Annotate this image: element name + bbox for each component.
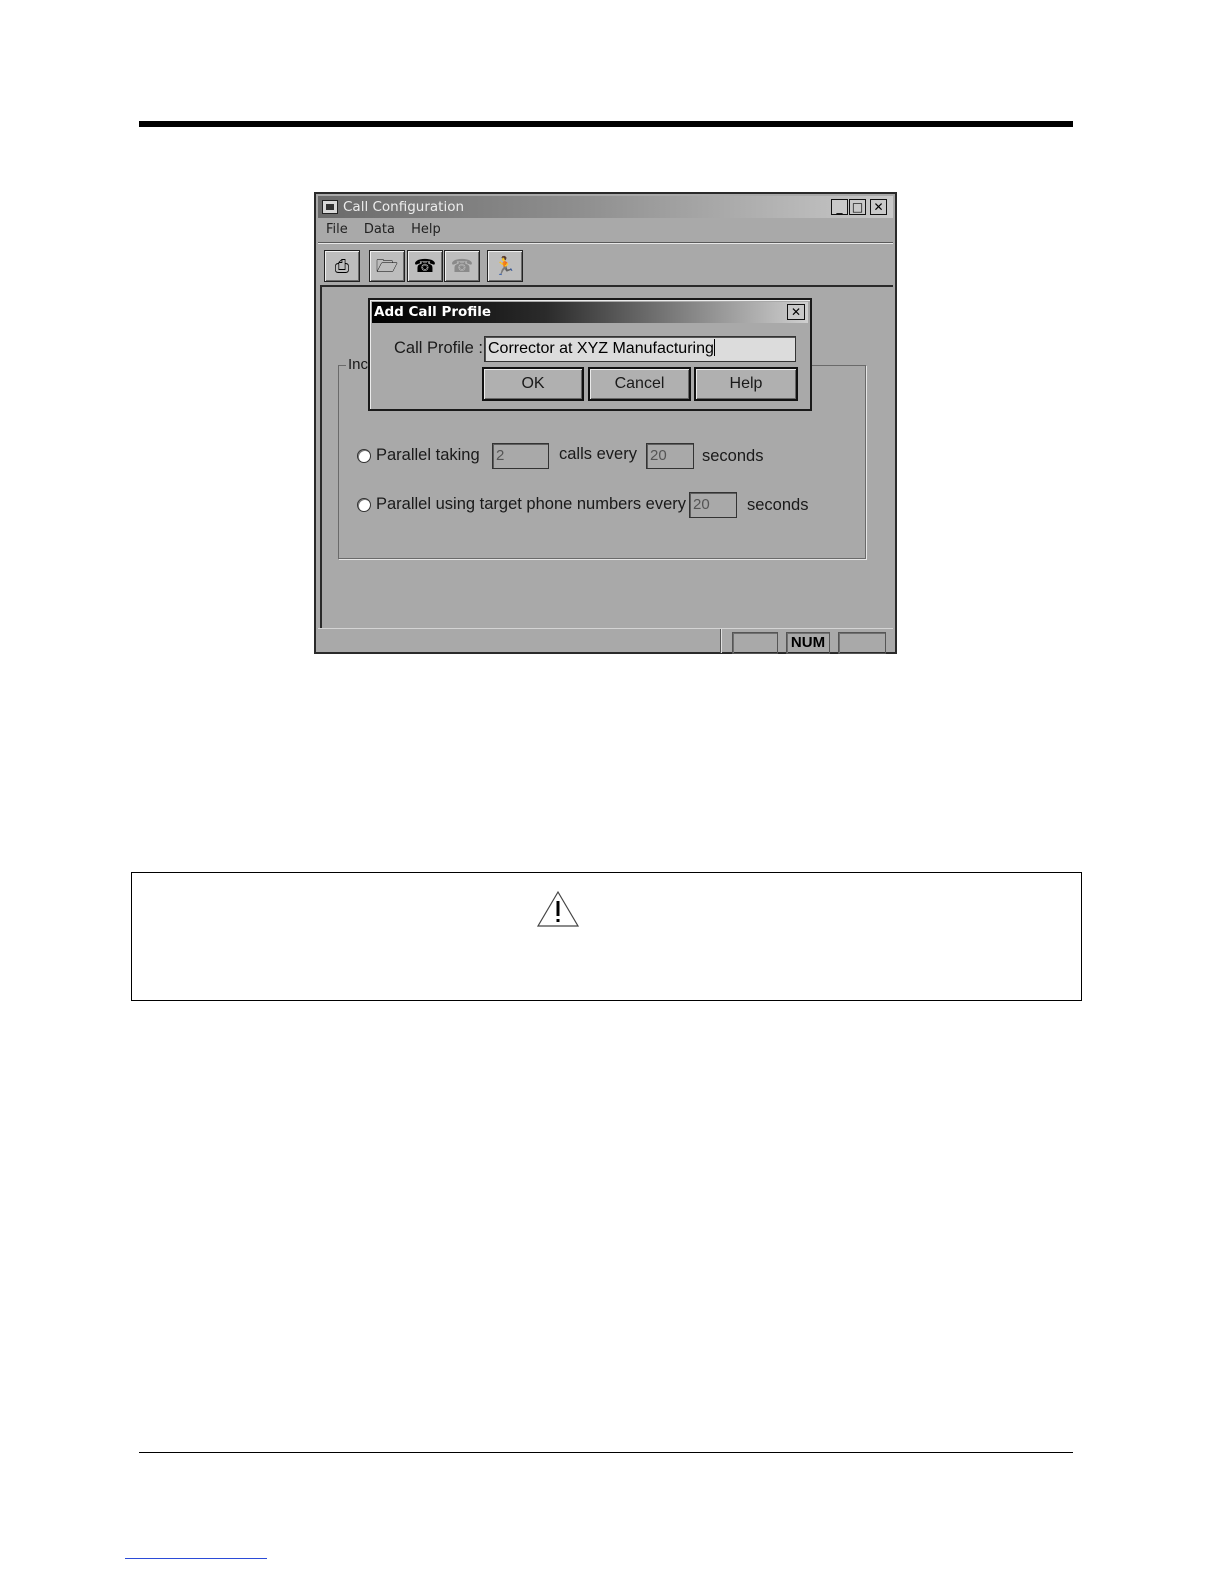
- status-pane-caps: [732, 632, 778, 654]
- parallel-calls-field[interactable]: 2: [492, 443, 549, 469]
- app-icon: [322, 200, 338, 214]
- status-divider: [720, 629, 722, 653]
- footer-link[interactable]: [125, 1558, 267, 1559]
- calls-every-label: calls every: [559, 445, 637, 463]
- parallel-targets-seconds-field[interactable]: 20: [689, 492, 737, 518]
- status-pane-num: NUM: [786, 632, 830, 654]
- parallel-targets-label: Parallel using target phone numbers ever…: [376, 495, 687, 513]
- help-button[interactable]: Help: [694, 367, 798, 401]
- menu-separator: [318, 242, 893, 244]
- call-button[interactable]: ☎: [407, 250, 443, 282]
- cancel-button[interactable]: Cancel: [588, 367, 691, 401]
- header-rule: [139, 121, 1073, 127]
- seconds-label-2: seconds: [747, 496, 809, 514]
- menubar: File Data Help: [320, 222, 447, 242]
- call-profile-label: Call Profile :: [394, 339, 483, 357]
- phone-call-disabled-icon: ☎: [450, 256, 474, 276]
- minimize-button[interactable]: _: [831, 199, 848, 215]
- close-button[interactable]: ✕: [870, 199, 887, 215]
- maximize-button[interactable]: □: [849, 199, 866, 215]
- dialog-titlebar[interactable]: Add Call Profile ✕: [372, 302, 808, 323]
- parallel-taking-label: Parallel taking: [376, 446, 480, 464]
- status-pane-scroll: [838, 632, 886, 654]
- seconds-label: seconds: [702, 447, 764, 465]
- add-call-profile-dialog: Add Call Profile ✕ Call Profile : Correc…: [368, 298, 812, 411]
- menu-file[interactable]: File: [326, 222, 348, 237]
- parallel-targets-radio[interactable]: [357, 498, 371, 512]
- footer-rule: [139, 1452, 1073, 1453]
- open-button[interactable]: 🗁: [369, 250, 405, 282]
- call-disabled-button[interactable]: ☎: [444, 250, 480, 282]
- call-profile-value: Corrector at XYZ Manufacturing: [488, 340, 714, 357]
- open-folder-icon: 🗁: [375, 256, 399, 276]
- parallel-seconds-field[interactable]: 20: [646, 443, 694, 469]
- run-button[interactable]: 🏃: [487, 250, 523, 282]
- parallel-taking-radio[interactable]: [357, 449, 371, 463]
- caution-box: [131, 872, 1082, 1001]
- call-profile-input[interactable]: Corrector at XYZ Manufacturing: [484, 336, 796, 362]
- ok-button[interactable]: OK: [482, 367, 584, 401]
- dialog-title: Add Call Profile: [374, 304, 492, 320]
- menu-help[interactable]: Help: [411, 222, 441, 237]
- groupbox-label: Inc: [346, 356, 371, 373]
- running-man-icon: 🏃: [493, 256, 517, 276]
- dialog-close-button[interactable]: ✕: [787, 304, 805, 320]
- menu-data[interactable]: Data: [364, 222, 395, 237]
- phone-call-icon: ☎: [413, 256, 437, 276]
- printer-icon: ⎙: [334, 256, 350, 276]
- window-titlebar[interactable]: Call Configuration _ □ ✕: [318, 196, 893, 218]
- call-configuration-window: Call Configuration _ □ ✕ File Data Help …: [314, 192, 897, 654]
- window-title: Call Configuration: [343, 199, 465, 215]
- warning-triangle-icon: [536, 890, 580, 927]
- status-bar: NUM: [318, 628, 893, 654]
- print-button[interactable]: ⎙: [324, 250, 360, 282]
- text-caret: [713, 339, 715, 356]
